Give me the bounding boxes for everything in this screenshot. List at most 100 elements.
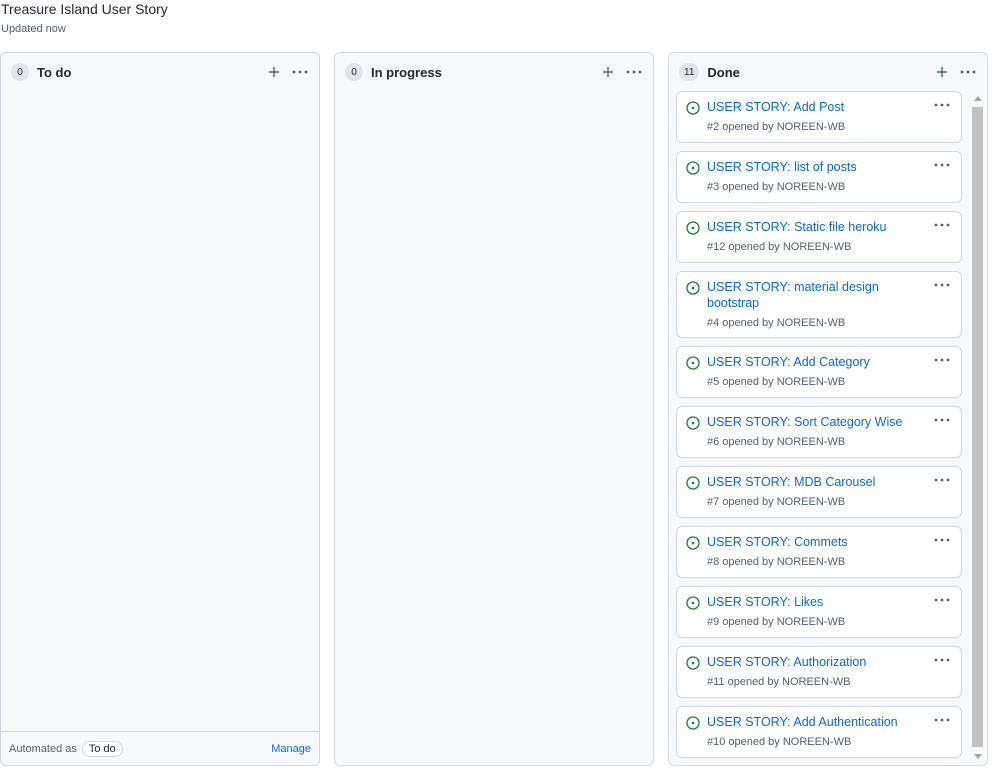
issue-card[interactable]: USER STORY: Commets #8 opened by NOREEN-… — [676, 526, 962, 578]
card-menu-button[interactable] — [933, 414, 951, 426]
issue-opened-icon — [686, 416, 700, 430]
issue-meta: #6 opened by NOREEN-WB — [707, 436, 846, 448]
automation-label: Automated as — [9, 742, 77, 755]
issue-title-link[interactable]: USER STORY: Commets — [707, 534, 931, 550]
issue-meta: #2 opened by NOREEN-WB — [707, 121, 846, 133]
column-in-progress: 0 In progress — [334, 52, 654, 766]
kebab-horizontal-icon — [934, 223, 950, 227]
column-automation-footer: Automated as To do Manage — [1, 731, 319, 765]
manage-automation-link[interactable]: Manage — [271, 743, 311, 755]
card-menu-button[interactable] — [933, 279, 951, 291]
card-menu-button[interactable] — [933, 354, 951, 366]
card-menu-button[interactable] — [933, 594, 951, 606]
plus-icon — [269, 67, 279, 77]
column-menu-button[interactable] — [625, 63, 643, 81]
issue-title-link[interactable]: USER STORY: Static file heroku — [707, 219, 931, 235]
issue-meta: #4 opened by NOREEN-WB — [707, 317, 846, 329]
issue-card[interactable]: USER STORY: Add Post #2 opened by NOREEN… — [676, 91, 962, 143]
project-header: Treasure Island User Story Updated now — [1, 0, 168, 35]
column-title: In progress — [371, 64, 442, 80]
kebab-horizontal-icon — [934, 358, 950, 362]
plus-icon — [937, 67, 947, 77]
issue-opened-icon — [686, 596, 700, 610]
card-count-badge: 0 — [345, 63, 363, 81]
issue-meta: #12 opened by NOREEN-WB — [707, 241, 852, 253]
issue-meta: #3 opened by NOREEN-WB — [707, 181, 846, 193]
issue-card[interactable]: USER STORY: Sort Category Wise #6 opened… — [676, 406, 962, 458]
card-menu-button[interactable] — [933, 159, 951, 171]
issue-card[interactable]: USER STORY: Add Authentication #10 opene… — [676, 706, 962, 758]
issue-card[interactable]: USER STORY: Add Category #5 opened by NO… — [676, 346, 962, 398]
plus-icon — [603, 67, 613, 77]
issue-title-link[interactable]: USER STORY: Add Post — [707, 99, 931, 115]
column-menu-button[interactable] — [959, 63, 977, 81]
issue-meta: #8 opened by NOREEN-WB — [707, 556, 846, 568]
issue-opened-icon — [686, 356, 700, 370]
kebab-horizontal-icon — [292, 70, 308, 74]
kebab-horizontal-icon — [960, 70, 976, 74]
card-menu-button[interactable] — [933, 99, 951, 111]
issue-opened-icon — [686, 161, 700, 175]
kebab-horizontal-icon — [934, 418, 950, 422]
issue-card[interactable]: USER STORY: material design bootstrap #4… — [676, 271, 962, 338]
kebab-horizontal-icon — [934, 103, 950, 107]
kebab-horizontal-icon — [934, 718, 950, 722]
issue-meta: #9 opened by NOREEN-WB — [707, 616, 846, 628]
kebab-horizontal-icon — [934, 478, 950, 482]
column-scrollbar[interactable] — [969, 91, 987, 763]
card-menu-button[interactable] — [933, 474, 951, 486]
card-list: USER STORY: Add Post #2 opened by NOREEN… — [676, 91, 962, 766]
card-count-badge: 11 — [679, 63, 700, 81]
kebab-horizontal-icon — [934, 283, 950, 287]
issue-title-link[interactable]: USER STORY: list of posts — [707, 159, 931, 175]
add-card-button[interactable] — [933, 63, 951, 81]
project-title: Treasure Island User Story — [1, 1, 168, 17]
card-menu-button[interactable] — [933, 714, 951, 726]
issue-meta: #11 opened by NOREEN-WB — [707, 676, 851, 688]
card-menu-button[interactable] — [933, 534, 951, 546]
kebab-horizontal-icon — [626, 70, 642, 74]
issue-title-link[interactable]: USER STORY: Authorization — [707, 654, 931, 670]
card-count-badge: 0 — [11, 63, 29, 81]
issue-opened-icon — [686, 716, 700, 730]
issue-title-link[interactable]: USER STORY: Likes — [707, 594, 931, 610]
card-menu-button[interactable] — [933, 219, 951, 231]
issue-opened-icon — [686, 221, 700, 235]
issue-title-link[interactable]: USER STORY: Add Category — [707, 354, 931, 370]
issue-title-link[interactable]: USER STORY: Add Authentication — [707, 714, 931, 730]
issue-opened-icon — [686, 656, 700, 670]
issue-meta: #5 opened by NOREEN-WB — [707, 376, 846, 388]
issue-opened-icon — [686, 101, 700, 115]
add-card-button[interactable] — [599, 63, 617, 81]
add-card-button[interactable] — [265, 63, 283, 81]
kebab-horizontal-icon — [934, 538, 950, 542]
column-title: Done — [707, 64, 740, 80]
kebab-horizontal-icon — [934, 163, 950, 167]
issue-opened-icon — [686, 476, 700, 490]
issue-title-link[interactable]: USER STORY: material design bootstrap — [707, 279, 931, 311]
column-header: 0 To do — [1, 53, 319, 91]
issue-title-link[interactable]: USER STORY: MDB Carousel — [707, 474, 931, 490]
issue-opened-icon — [686, 281, 700, 295]
issue-meta: #7 opened by NOREEN-WB — [707, 496, 846, 508]
column-todo: 0 To do Automated as To do Manage — [0, 52, 320, 766]
column-title: To do — [37, 64, 72, 80]
issue-card[interactable]: USER STORY: MDB Carousel #7 opened by NO… — [676, 466, 962, 518]
card-menu-button[interactable] — [933, 654, 951, 666]
column-done: 11 Done USER STORY: Add Post #2 opened b… — [668, 52, 988, 766]
column-header: 11 Done — [669, 53, 987, 91]
automation-preset-badge: To do — [81, 740, 123, 757]
kebab-horizontal-icon — [934, 598, 950, 602]
project-updated-status: Updated now — [1, 23, 66, 35]
scroll-up-arrow-icon[interactable] — [971, 91, 985, 105]
issue-card[interactable]: USER STORY: Static file heroku #12 opene… — [676, 211, 962, 263]
scroll-down-arrow-icon[interactable] — [971, 749, 985, 763]
issue-title-link[interactable]: USER STORY: Sort Category Wise — [707, 414, 931, 430]
issue-meta: #10 opened by NOREEN-WB — [707, 736, 852, 748]
column-header: 0 In progress — [335, 53, 653, 91]
scrollbar-thumb[interactable] — [972, 107, 983, 747]
column-menu-button[interactable] — [291, 63, 309, 81]
issue-card[interactable]: USER STORY: list of posts #3 opened by N… — [676, 151, 962, 203]
issue-card[interactable]: USER STORY: Likes #9 opened by NOREEN-WB — [676, 586, 962, 638]
issue-card[interactable]: USER STORY: Authorization #11 opened by … — [676, 646, 962, 698]
